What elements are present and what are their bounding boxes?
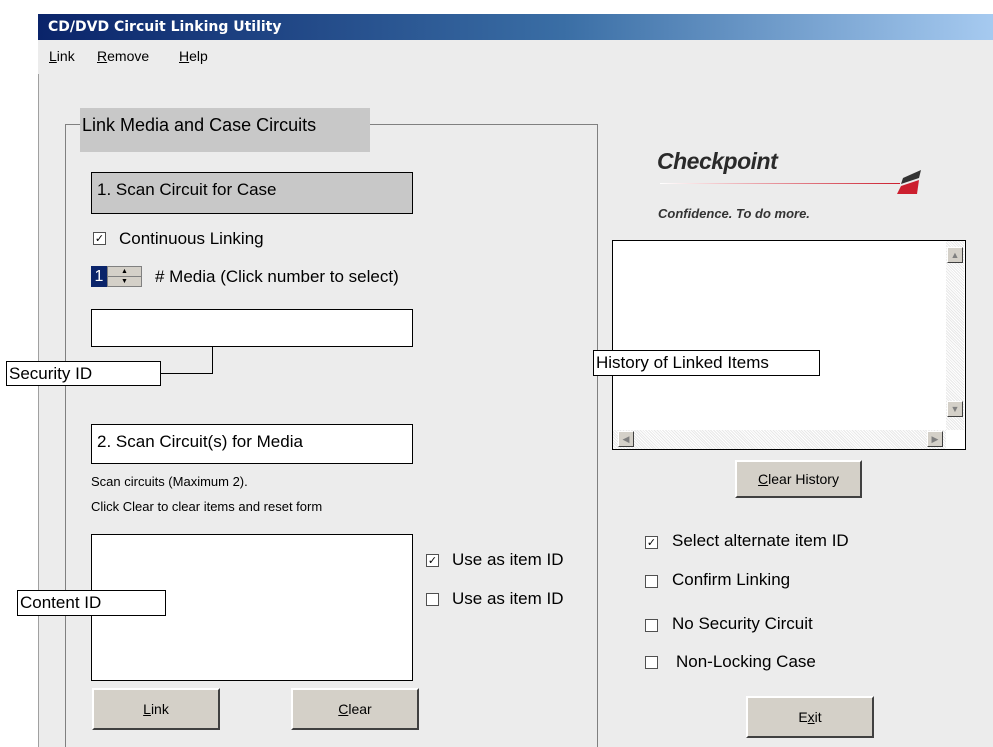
security-id-callout: Security ID — [6, 361, 161, 386]
exit-button[interactable]: Exit — [746, 696, 874, 738]
use-as-item-id-label-2: Use as item ID — [452, 589, 564, 608]
scroll-down-icon[interactable]: ▼ — [947, 401, 963, 417]
checkpoint-logo-icon — [897, 166, 923, 196]
use-as-item-id-label-1: Use as item ID — [452, 550, 564, 569]
content-id-callout: Content ID — [17, 590, 166, 616]
non-locking-case-label: Non-Locking Case — [676, 652, 816, 671]
group-title: Link Media and Case Circuits — [80, 108, 370, 152]
menu-remove[interactable]: Remove — [97, 48, 149, 64]
brand-logo-text: Checkpoint — [657, 148, 778, 174]
clear-button[interactable]: Clear — [291, 688, 419, 730]
window-title: CD/DVD Circuit Linking Utility — [38, 14, 993, 40]
clear-history-button[interactable]: Clear History — [735, 460, 862, 498]
link-button[interactable]: Link — [92, 688, 220, 730]
no-security-circuit-checkbox[interactable] — [645, 619, 658, 632]
use-as-item-id-checkbox-1[interactable]: ✓ — [426, 554, 439, 567]
spin-down-icon[interactable]: ▼ — [108, 277, 141, 287]
step2-label: 2. Scan Circuit(s) for Media — [91, 424, 413, 464]
instruction-line-2: Click Clear to clear items and reset for… — [91, 499, 323, 514]
step1-label: 1. Scan Circuit for Case — [91, 172, 413, 214]
scroll-left-icon[interactable]: ◀ — [618, 431, 634, 447]
history-callout: History of Linked Items — [593, 350, 820, 376]
callout-line — [212, 347, 213, 374]
media-spinner[interactable]: ▲ ▼ — [107, 266, 142, 287]
brand-tagline: Confidence. To do more. — [658, 206, 810, 221]
callout-line — [160, 373, 213, 374]
check-icon: ✓ — [646, 537, 657, 549]
select-alternate-item-id-label: Select alternate item ID — [672, 531, 849, 550]
menu-link[interactable]: Link — [49, 48, 75, 64]
confirm-linking-label: Confirm Linking — [672, 570, 791, 589]
use-as-item-id-checkbox-2[interactable] — [426, 593, 439, 606]
security-id-input[interactable] — [91, 309, 413, 347]
brand-line — [660, 183, 900, 184]
continuous-linking-label: Continuous Linking — [119, 229, 264, 248]
horizontal-scrollbar[interactable] — [613, 430, 946, 449]
history-list[interactable]: ▲ ▼ ◀ ▶ — [612, 240, 966, 450]
select-alternate-item-id-checkbox[interactable]: ✓ — [645, 536, 658, 549]
instruction-line-1: Scan circuits (Maximum 2). — [91, 474, 248, 489]
media-label: # Media (Click number to select) — [155, 267, 399, 286]
menu-help[interactable]: Help — [179, 48, 208, 64]
spin-up-icon[interactable]: ▲ — [108, 267, 141, 277]
check-icon: ✓ — [94, 233, 105, 245]
confirm-linking-checkbox[interactable] — [645, 575, 658, 588]
check-icon: ✓ — [427, 555, 438, 567]
media-count-value[interactable]: 1 — [91, 266, 107, 287]
scroll-right-icon[interactable]: ▶ — [927, 431, 943, 447]
no-security-circuit-label: No Security Circuit — [672, 614, 813, 633]
non-locking-case-checkbox[interactable] — [645, 656, 658, 669]
continuous-linking-checkbox[interactable]: ✓ — [93, 232, 106, 245]
scroll-up-icon[interactable]: ▲ — [947, 247, 963, 263]
